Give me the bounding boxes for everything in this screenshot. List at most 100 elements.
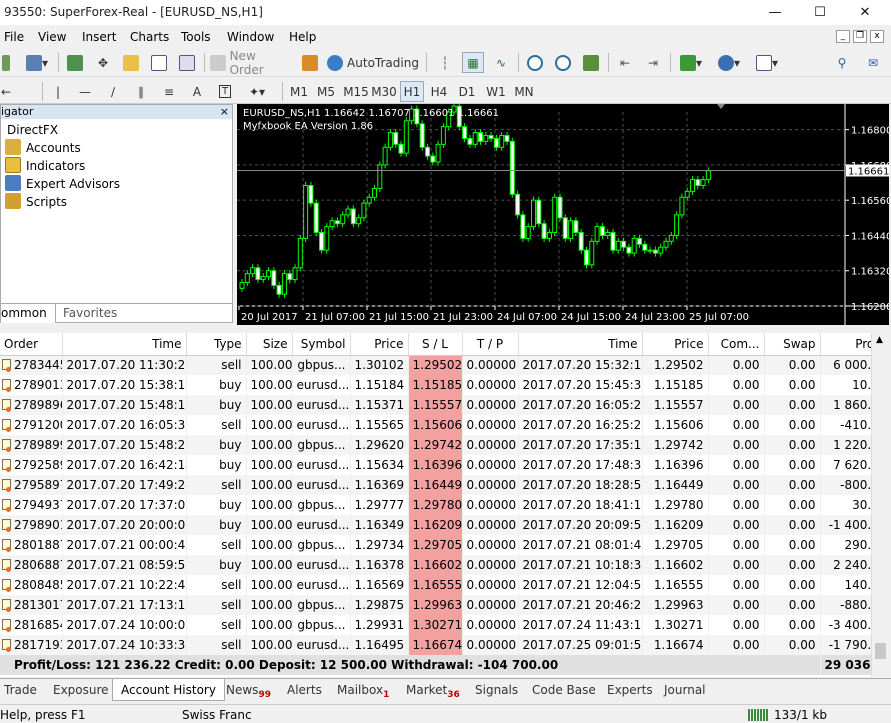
scroll-up-icon[interactable]: ▲ xyxy=(876,335,883,345)
column-header[interactable]: Price xyxy=(350,333,409,356)
table-scrollbar[interactable]: ▲ xyxy=(871,333,889,677)
tab-experts[interactable]: Experts xyxy=(607,682,653,701)
table-row[interactable]: 27898962017.07.20 15:48:16buy100.00eurus… xyxy=(0,395,871,415)
table-row[interactable]: 27989012017.07.20 20:00:02buy100.00eurus… xyxy=(0,515,871,535)
line-chart-button[interactable]: ∿ xyxy=(490,52,512,73)
scroll-thumb[interactable] xyxy=(875,643,886,659)
nav-item-indicators[interactable]: Indicators xyxy=(5,157,85,175)
price-chart[interactable]: 1.168001.166801.165601.164401.163201.162… xyxy=(237,104,889,325)
table-row[interactable]: 27898992017.07.20 15:48:20buy100.00gbpus… xyxy=(0,435,871,455)
nav-item-scripts[interactable]: Scripts xyxy=(5,193,67,211)
table-row[interactable]: 28068872017.07.21 08:59:57buy100.00eurus… xyxy=(0,555,871,575)
periods-dropdown[interactable]: ▾ xyxy=(712,52,746,73)
column-header[interactable]: Type xyxy=(186,333,247,356)
child-restore-button[interactable]: ❐ xyxy=(853,30,867,43)
autoscroll-button[interactable]: ⇥ xyxy=(642,52,664,73)
tab-exposure[interactable]: Exposure xyxy=(53,682,109,701)
tf-m15[interactable]: M15 xyxy=(342,81,370,102)
tf-h4[interactable]: H4 xyxy=(428,81,450,102)
tab-news[interactable]: News99 xyxy=(226,682,271,701)
zoom-out-button[interactable] xyxy=(552,52,574,73)
chat-button[interactable]: ✉ xyxy=(862,52,884,73)
tab-account-history[interactable]: Account History xyxy=(112,679,225,701)
table-row[interactable]: 28130172017.07.21 17:13:18sell100.00gbpu… xyxy=(0,595,871,615)
strategy-tester-button[interactable] xyxy=(176,52,198,73)
shapes-dropdown[interactable]: ✦ ▾ xyxy=(242,81,272,102)
autotrading-button[interactable]: AutoTrading xyxy=(326,52,420,73)
tab-common[interactable]: ommon xyxy=(1,304,56,323)
navigator-close-icon[interactable]: × xyxy=(220,105,229,119)
table-row[interactable]: 27949372017.07.20 17:37:06buy100.00gbpus… xyxy=(0,495,871,515)
column-header[interactable]: Swap xyxy=(764,333,821,356)
tab-favorites[interactable]: Favorites xyxy=(55,304,125,323)
tf-m5[interactable]: M5 xyxy=(314,81,338,102)
templates-dropdown[interactable]: ▾ xyxy=(750,52,784,73)
menu-window[interactable]: Window xyxy=(227,30,274,44)
table-row[interactable]: 28018872017.07.21 00:00:41sell100.00gbpu… xyxy=(0,535,871,555)
cursor-button[interactable]: ← xyxy=(0,81,12,102)
column-header[interactable]: Price xyxy=(642,333,709,356)
nav-root[interactable]: DirectFX xyxy=(7,121,58,139)
tab-journal[interactable]: Journal xyxy=(664,682,706,701)
table-row[interactable]: 28171932017.07.24 10:33:37sell100.00euru… xyxy=(0,635,871,655)
column-header[interactable]: Symbol xyxy=(292,333,351,356)
navigator-button[interactable] xyxy=(120,52,142,73)
new-order-button[interactable]: New Order xyxy=(210,49,292,77)
minimize-button[interactable]: — xyxy=(753,0,797,25)
menu-charts[interactable]: Charts xyxy=(130,30,169,44)
table-row[interactable]: 28168542017.07.24 10:00:08sell100.00gbpu… xyxy=(0,615,871,635)
menu-insert[interactable]: Insert xyxy=(82,30,116,44)
close-button[interactable]: ✕ xyxy=(843,0,887,25)
column-header[interactable]: Time xyxy=(518,333,643,356)
column-header[interactable]: Time xyxy=(62,333,187,356)
indicators-dropdown[interactable]: ▾ xyxy=(676,52,706,73)
tf-d1[interactable]: D1 xyxy=(456,81,478,102)
channel-button[interactable]: ∥ xyxy=(130,81,152,102)
menu-file[interactable]: File xyxy=(4,30,24,44)
trendline-button[interactable]: ∕ xyxy=(102,81,124,102)
data-window-button[interactable]: ✥ xyxy=(92,52,114,73)
column-header[interactable]: T / P xyxy=(462,333,519,356)
nav-item-accounts[interactable]: Accounts xyxy=(5,139,81,157)
table-row[interactable]: 27912002017.07.20 16:05:33sell100.00euru… xyxy=(0,415,871,435)
menu-view[interactable]: View xyxy=(38,30,66,44)
table-row[interactable]: 27890132017.07.20 15:38:10buy100.00eurus… xyxy=(0,375,871,395)
tab-alerts[interactable]: Alerts xyxy=(287,682,322,701)
tab-market[interactable]: Market36 xyxy=(406,682,460,701)
tf-h1[interactable]: H1 xyxy=(400,81,424,102)
text-label-button[interactable]: T xyxy=(214,81,236,102)
child-minimize-button[interactable]: _ xyxy=(836,30,850,43)
menu-tools[interactable]: Tools xyxy=(181,30,211,44)
tab-trade[interactable]: Trade xyxy=(4,682,37,701)
new-chart-dropdown[interactable] xyxy=(0,52,12,73)
text-button[interactable]: A xyxy=(186,81,208,102)
table-row[interactable]: 27925892017.07.20 16:42:14buy100.00eurus… xyxy=(0,455,871,475)
chart-shift-button[interactable]: ⇤ xyxy=(614,52,636,73)
table-row[interactable]: 28084852017.07.21 10:22:46sell100.00euru… xyxy=(0,575,871,595)
fibonacci-button[interactable]: ≡ xyxy=(158,81,180,102)
tf-m1[interactable]: M1 xyxy=(288,81,310,102)
tile-windows-button[interactable] xyxy=(580,52,602,73)
tf-mn[interactable]: MN xyxy=(512,81,536,102)
candlestick-button[interactable]: ▦ xyxy=(462,52,484,73)
tab-code-base[interactable]: Code Base xyxy=(532,682,596,701)
vertical-line-button[interactable]: | xyxy=(48,81,68,102)
column-header[interactable]: Size xyxy=(246,333,293,356)
tf-w1[interactable]: W1 xyxy=(484,81,508,102)
nav-item-expert-advisors[interactable]: Expert Advisors xyxy=(5,175,120,193)
horizontal-line-button[interactable]: — xyxy=(74,81,96,102)
terminal-button[interactable] xyxy=(148,52,170,73)
zoom-in-button[interactable] xyxy=(524,52,546,73)
child-close-button[interactable]: x xyxy=(870,30,884,43)
menu-help[interactable]: Help xyxy=(289,30,316,44)
bar-chart-button[interactable]: ┆ xyxy=(434,52,456,73)
tab-mailbox[interactable]: Mailbox1 xyxy=(337,682,389,701)
profiles-button[interactable]: ▾ xyxy=(22,52,52,73)
tf-m30[interactable]: M30 xyxy=(370,81,398,102)
column-header[interactable]: Com... xyxy=(708,333,765,356)
table-row[interactable]: 27958972017.07.20 17:49:24sell100.00euru… xyxy=(0,475,871,495)
tab-signals[interactable]: Signals xyxy=(475,682,518,701)
table-row[interactable]: 27834452017.07.20 11:30:26sell100.00gbpu… xyxy=(0,355,871,375)
maximize-button[interactable]: ☐ xyxy=(798,0,842,25)
column-header[interactable]: S / L xyxy=(408,333,463,356)
